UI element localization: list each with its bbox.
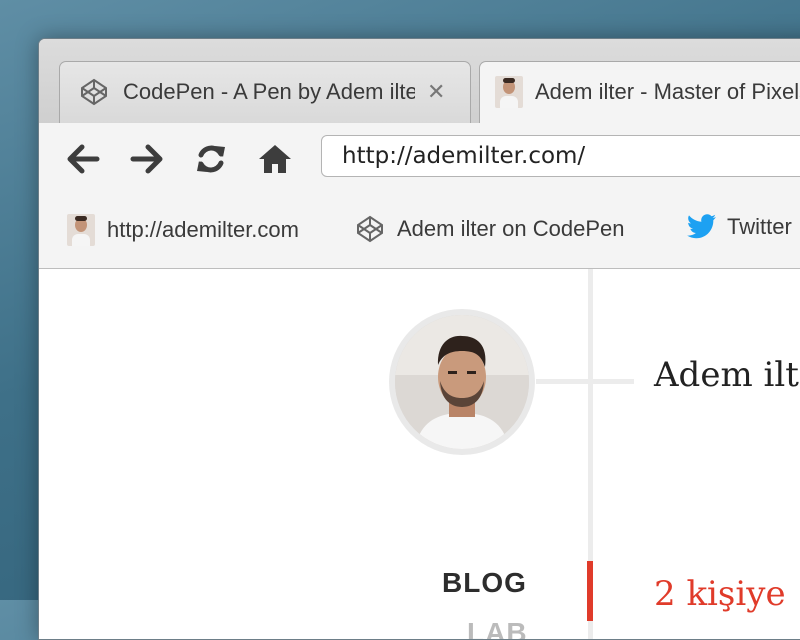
address-bar[interactable]: http://ademilter.com/	[321, 135, 800, 177]
back-button[interactable]	[63, 141, 103, 177]
post-title[interactable]: 2 kişiye	[654, 574, 786, 614]
reload-button[interactable]	[191, 141, 231, 177]
avatar-favicon	[67, 214, 95, 246]
bookmark-codepen[interactable]: Adem ilter on CodePen	[355, 214, 624, 244]
tab-codepen-label: CodePen - A Pen by Adem ilter	[123, 79, 415, 104]
twitter-icon	[687, 214, 717, 240]
tab-strip: CodePen - A Pen by Adem ilter ✕ Adem ilt…	[39, 39, 800, 124]
bookmark-ademilter[interactable]: http://ademilter.com	[67, 214, 299, 246]
avatar	[395, 315, 529, 449]
avatar-favicon	[495, 76, 523, 108]
tab-ademilter-content[interactable]: Adem ilter - Master of Pixels	[495, 61, 800, 123]
home-button[interactable]	[255, 141, 295, 177]
arrow-right-icon	[130, 144, 163, 174]
bookmark-twitter[interactable]: Twitter	[687, 214, 792, 240]
browser-window: CodePen - A Pen by Adem ilter ✕ Adem ilt…	[38, 38, 800, 640]
nav-blog[interactable]: BLOG	[442, 567, 527, 599]
nav-lab[interactable]: LAB	[467, 617, 528, 639]
tab-codepen-content[interactable]: CodePen - A Pen by Adem ilter ✕	[79, 61, 469, 123]
home-icon	[259, 145, 291, 173]
page-content: Adem ilter BLOG LAB 2 kişiye	[39, 269, 800, 639]
codepen-icon	[355, 214, 385, 244]
close-tab-icon[interactable]: ✕	[427, 79, 445, 105]
timeline-connector	[536, 379, 634, 384]
browser-toolbar: http://ademilter.com/	[39, 123, 800, 188]
bookmarks-bar: http://ademilter.com Adem ilter on CodeP…	[39, 188, 800, 269]
site-owner-name: Adem ilter	[654, 355, 800, 395]
forward-button[interactable]	[127, 141, 167, 177]
codepen-icon	[79, 77, 109, 107]
bookmark-label: Adem ilter on CodePen	[397, 216, 625, 241]
bookmark-label: Twitter	[727, 214, 792, 239]
arrow-left-icon	[67, 144, 100, 174]
tab-ademilter-label: Adem ilter - Master of Pixels	[535, 79, 800, 104]
profile-avatar[interactable]	[389, 309, 535, 455]
reload-icon	[197, 145, 225, 173]
active-marker	[587, 561, 593, 621]
bookmark-label: http://ademilter.com	[107, 217, 299, 242]
